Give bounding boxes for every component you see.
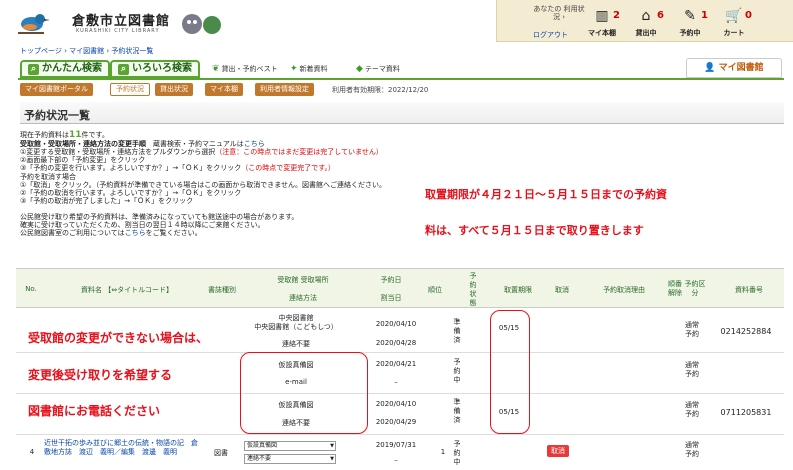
col-cancel: 取消: [555, 286, 569, 294]
row3-category: 通常予約: [685, 401, 699, 418]
row4-category: 通常予約: [685, 441, 699, 458]
nav-new[interactable]: ✦ 新着資料: [290, 64, 328, 74]
change-step-2: ②画面最下部の「予約変更」をクリック: [20, 156, 146, 164]
stat-cart[interactable]: 🛒 0 カート: [712, 8, 756, 38]
kingfisher-logo-icon: [18, 14, 50, 34]
row2-assign-date: –: [394, 378, 398, 386]
row1-assign-date: 2020/04/28: [375, 339, 417, 347]
row1-material-no: 0214252884: [720, 327, 772, 336]
row3-status: 準備済: [453, 398, 461, 424]
cancel-step-3: ③「予約の取消が完了しました」→「ＯＫ」をクリック: [20, 197, 194, 205]
hold-notice-line-1: 取置期限が４月２１日～５月１５日までの予約資: [425, 188, 667, 201]
change-step-1: ①変更する受取館・受取場所・連絡方法をプルダウンから選択（注意：この時点ではまだ…: [20, 148, 383, 156]
highlight-hold-limit-box: [490, 310, 530, 434]
row3-reserve-date: 2020/04/10: [375, 400, 417, 408]
sparkle-icon: ✦: [290, 64, 298, 74]
col-hold-limit: 取置期限: [504, 286, 532, 294]
nav-theme[interactable]: ◆ テーマ資料: [356, 64, 400, 74]
library-name[interactable]: 倉敷市立図書館: [72, 10, 170, 29]
row2-category: 通常予約: [685, 361, 699, 378]
tab-easy-search[interactable]: ⌕ かんたん検索: [20, 60, 110, 78]
row4-type: 図書: [214, 449, 228, 457]
col-cancel-reason: 予約取消理由: [603, 286, 645, 294]
row1-contact: 連絡不要: [282, 340, 310, 348]
subnav-loans[interactable]: 貸出状況: [155, 83, 193, 96]
row1-category: 通常予約: [685, 321, 699, 338]
expiry-date: 利用者有効期限：2022/12/20: [332, 86, 429, 94]
logout-link[interactable]: ログアウト: [533, 30, 568, 40]
row3-material-no: 0711205831: [720, 408, 772, 417]
col-pickup: 受取館 受取場所: [277, 276, 329, 284]
col-contact: 連絡方法: [289, 294, 317, 302]
person-icon: 👤: [704, 63, 719, 73]
subnav-portal[interactable]: マイ図書館ポータル: [20, 83, 93, 96]
public-note-2: 確実に受け取っていただくため、割当日の翌日１４時以降にご来館ください。: [20, 221, 265, 229]
change-step-3: ③「予約の変更を行います。よろしいですか？」→「ＯＫ」をクリック（この時点で変更…: [20, 164, 336, 172]
col-title[interactable]: 資料名 【⇔タイトルコード】: [52, 285, 202, 295]
page-title: 予約状況一覧: [20, 102, 784, 124]
tag-icon: ◆: [356, 64, 363, 74]
row4-contact-select[interactable]: 連絡不要: [244, 454, 336, 464]
phone-notice-line-2: 変更後受け取りを希望する: [28, 368, 173, 382]
col-reserve-date: 予約日: [380, 276, 402, 284]
row2-status: 予約中: [453, 358, 461, 384]
row2-reserve-date: 2020/04/21: [375, 360, 417, 368]
row1-reserve-date: 2020/04/10: [375, 320, 417, 328]
row4-title-link[interactable]: 近世干拓の歩み並びに郷土の伝統・物語の記 倉敷地方誌 渡辺 義明／編集 渡邊 義…: [44, 439, 200, 457]
row4-rank: 1: [440, 448, 446, 456]
public-library-link[interactable]: こちら: [125, 229, 146, 237]
tab-detailed-search[interactable]: ⌕ いろいろ検索: [110, 60, 200, 78]
stat-borrowed[interactable]: ⌂ 6 貸出中: [624, 8, 668, 38]
mascot-icon: [182, 14, 221, 34]
row4-status: 予約中: [453, 440, 461, 466]
row4-assign-date: –: [394, 456, 398, 464]
public-note-1: 公民館受け取り希望の予約資料は、準備済みになっていても館送途中の場合があります。: [20, 213, 299, 221]
row4-cancel-button[interactable]: 取消: [547, 445, 569, 457]
breadcrumb[interactable]: トップページ › マイ図書館 › 予約状況一覧: [20, 46, 153, 56]
col-order-release: 順番解除: [668, 280, 682, 297]
cancel-instructions-title: 予約を取消す場合: [20, 173, 76, 181]
col-status: 予約状態: [469, 272, 477, 307]
stat-reserved[interactable]: ✎ 1 予約中: [668, 8, 712, 38]
row4-no: 4: [29, 448, 35, 456]
hold-notice-line-2: 料は、すべて５月１５日まで取り置きします: [425, 224, 644, 237]
nav-best[interactable]: ❦ 貸出・予約ベスト: [212, 64, 278, 74]
search-icon: ⌕: [118, 63, 129, 75]
row-divider: [16, 393, 784, 394]
table-header: No. 資料名 【⇔タイトルコード】 書誌種別 受取館 受取場所 連絡方法 予約…: [16, 268, 784, 308]
col-type: 書誌種別: [208, 286, 236, 294]
stat-bookshelf[interactable]: ▥ 2 マイ本棚: [580, 8, 624, 38]
row-divider: [16, 352, 784, 353]
col-category: 予約区分: [684, 280, 706, 297]
col-assign-date: 割当日: [380, 294, 402, 302]
tab-divider: [18, 78, 784, 80]
cancel-step-2: ②「予約の取消を行います。よろしいですか？」→「ＯＫ」をクリック: [20, 189, 242, 197]
row4-reserve-date: 2019/07/31: [375, 441, 417, 449]
row1-status: 準備済: [453, 318, 461, 344]
col-no: No.: [25, 285, 37, 293]
reservation-count: 現在予約資料は11件です。: [20, 130, 109, 140]
row3-assign-date: 2020/04/29: [375, 418, 417, 426]
row4-pickup-select[interactable]: 仮設真備図: [244, 441, 336, 451]
change-instructions-title: 受取館・受取場所・連絡方法の変更手順 蔵書検索・予約マニュアルはこちら: [20, 140, 265, 148]
cancel-step-1: ①「取消」をクリック。（予約資料が準備できている場合はこの画面から取消できません…: [20, 181, 387, 189]
subnav-reservations[interactable]: 予約状況: [110, 83, 150, 96]
col-material-no: 資料番号: [735, 286, 763, 294]
subnav-user-settings[interactable]: 利用者情報設定: [255, 83, 314, 96]
public-note-3: 公民館図書室のご利用についてはこちらをご覧ください。: [20, 229, 202, 237]
book-icon: ❦: [212, 64, 220, 74]
row-divider: [16, 434, 784, 435]
search-icon: ⌕: [28, 63, 39, 75]
col-rank: 順位: [428, 286, 442, 294]
library-sub: KURASHIKI CITY LIBRARY: [76, 28, 160, 34]
phone-notice-line-3: 図書館にお電話ください: [28, 404, 161, 418]
row1-pickup-place: 中央図書館（こどもしつ）: [254, 323, 338, 331]
phone-notice-line-1: 受取館の変更ができない場合は、: [28, 331, 209, 345]
my-library-tab[interactable]: 👤 マイ図書館: [686, 58, 782, 78]
highlight-pickup-box: [240, 352, 368, 434]
manual-link[interactable]: こちら: [244, 140, 265, 148]
subnav-bookshelf[interactable]: マイ本棚: [205, 83, 243, 96]
